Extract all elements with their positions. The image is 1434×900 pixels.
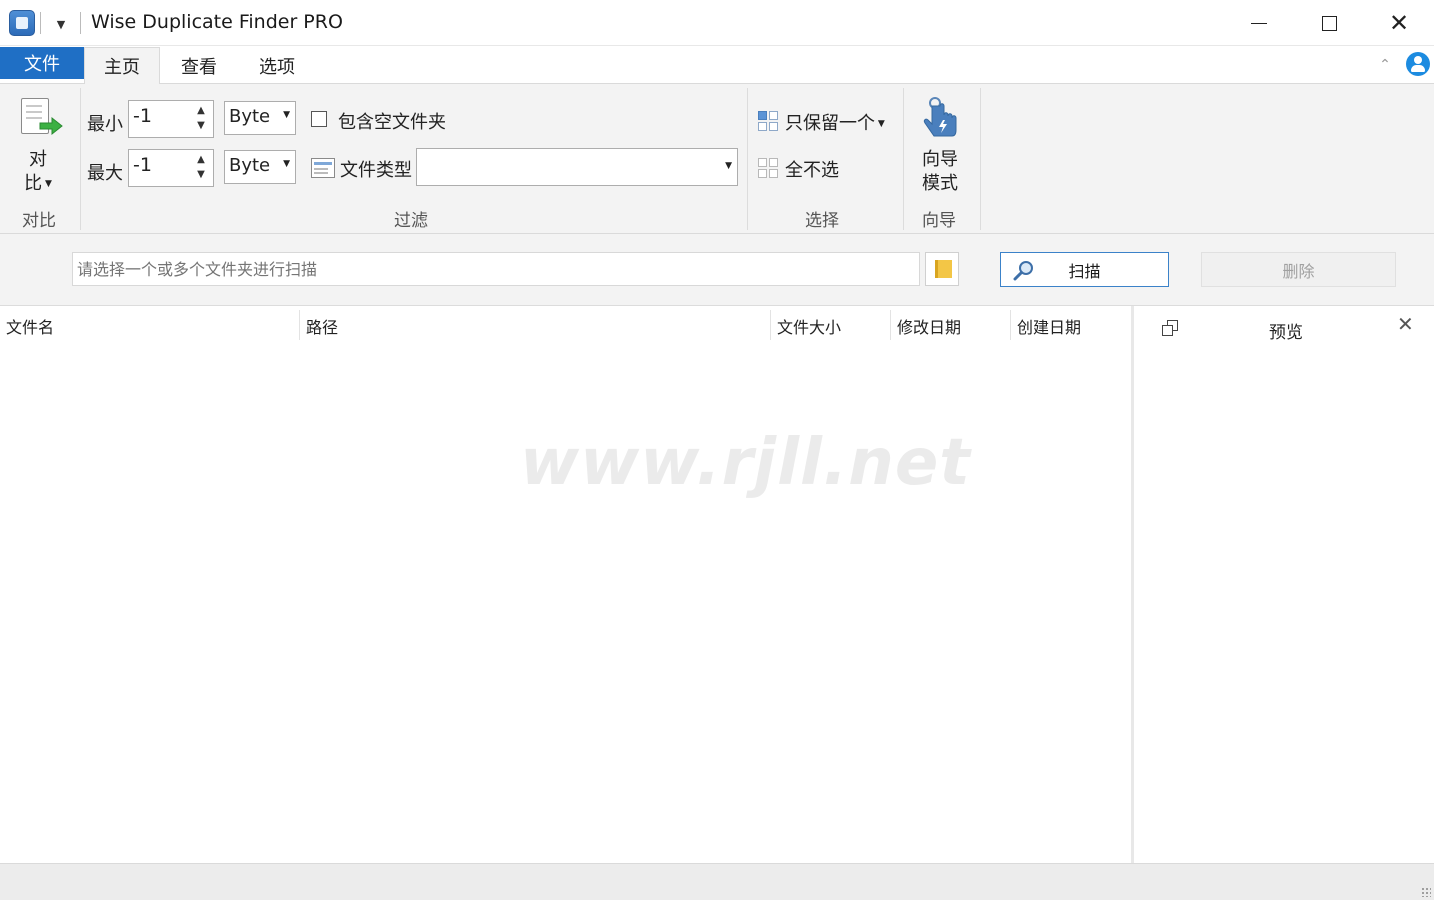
window-title: Wise Duplicate Finder PRO <box>91 11 343 33</box>
keep-one-label: 只保留一个 <box>785 113 875 134</box>
divider <box>40 12 41 34</box>
maximize-button[interactable] <box>1294 0 1364 46</box>
include-empty-folders-label[interactable]: 包含空文件夹 <box>338 108 446 134</box>
status-bar <box>0 863 1434 900</box>
wizard-mode-label: 向导 模式 <box>912 148 968 196</box>
keep-one-button[interactable]: 只保留一个 ▼ <box>785 109 885 135</box>
maximize-icon <box>1321 15 1337 31</box>
tab-file[interactable]: 文件 <box>0 47 84 79</box>
ribbon-tab-bar: 文件 主页 查看 选项 ⌃ <box>0 46 1434 84</box>
preview-title: 预览 <box>1269 323 1303 343</box>
browse-folder-button[interactable] <box>925 252 959 286</box>
undock-icon[interactable] <box>1162 320 1180 338</box>
resize-grip-icon[interactable] <box>1421 887 1431 897</box>
include-empty-folders-checkbox[interactable] <box>311 111 327 127</box>
group-label-wizard: 向导 <box>922 211 956 231</box>
divider <box>747 88 748 230</box>
file-type-select[interactable]: ▼ <box>416 148 738 186</box>
select-none-button[interactable]: 全不选 <box>785 156 839 182</box>
compare-button[interactable]: 对 比 ▼ <box>12 92 68 200</box>
divider <box>80 12 81 34</box>
ribbon: 对 比 ▼ 对比 最小 -1 ▲ ▼ Byte ▼ 最大 -1 ▲ ▼ Byte ▼… <box>0 84 1434 234</box>
column-header-created-date[interactable]: 创建日期 <box>1011 306 1087 340</box>
dropdown-arrow-icon: ▼ <box>283 159 290 169</box>
column-header-modified-date[interactable]: 修改日期 <box>891 306 967 340</box>
results-table[interactable]: 文件名 路径 文件大小 修改日期 创建日期 www.rjll.net <box>0 306 1131 863</box>
hand-pointer-icon <box>923 97 957 137</box>
delete-button[interactable]: 删除 <box>1201 252 1396 287</box>
group-label-compare: 对比 <box>22 211 56 231</box>
column-header-file-name[interactable]: 文件名 <box>0 306 60 340</box>
close-icon: ✕ <box>1388 9 1410 37</box>
spinner-arrows-icon[interactable]: ▲ ▼ <box>193 103 209 135</box>
spinner-arrows-icon[interactable]: ▲ ▼ <box>193 152 209 184</box>
collapse-ribbon-icon[interactable]: ⌃ <box>1374 54 1396 76</box>
minimize-icon <box>1251 22 1267 24</box>
close-preview-icon[interactable]: ✕ <box>1397 312 1414 336</box>
file-type-label: 文件类型 <box>340 160 412 181</box>
max-size-spinner[interactable]: -1 ▲ ▼ <box>128 149 214 187</box>
green-arrow-icon <box>39 116 63 136</box>
max-size-value: -1 <box>133 154 152 176</box>
scan-path-bar: 扫描 删除 <box>0 234 1434 306</box>
divider <box>903 88 904 230</box>
column-header-file-size[interactable]: 文件大小 <box>771 306 847 340</box>
min-size-spinner[interactable]: -1 ▲ ▼ <box>128 100 214 138</box>
dropdown-arrow-icon: ▼ <box>283 110 290 120</box>
compare-label: 对 比 ▼ <box>12 148 64 196</box>
min-size-label: 最小 <box>87 114 123 135</box>
watermark: www.rjll.net <box>520 426 971 500</box>
max-unit-select[interactable]: Byte ▼ <box>224 150 296 184</box>
tab-home[interactable]: 主页 <box>84 47 160 84</box>
wizard-label-line2: 模式 <box>922 173 958 194</box>
scan-folder-input[interactable] <box>72 252 920 286</box>
close-button[interactable]: ✕ <box>1364 0 1434 46</box>
dropdown-arrow-icon: ▼ <box>725 161 732 171</box>
tab-view[interactable]: 查看 <box>165 47 233 84</box>
title-bar: ▼ Wise Duplicate Finder PRO ✕ <box>0 0 1434 46</box>
compare-label-line1: 对 <box>29 149 47 170</box>
max-size-label: 最大 <box>87 163 123 184</box>
app-icon[interactable] <box>9 10 35 36</box>
select-none-icon <box>758 158 778 178</box>
minimize-button[interactable] <box>1224 0 1294 46</box>
min-size-value: -1 <box>133 105 152 127</box>
scan-label: 扫描 <box>1068 261 1101 281</box>
min-unit-value: Byte <box>229 106 271 127</box>
quick-access-dropdown-icon[interactable]: ▼ <box>52 16 70 34</box>
min-unit-select[interactable]: Byte ▼ <box>224 101 296 135</box>
wizard-mode-button[interactable]: 向导 模式 <box>912 94 968 202</box>
divider <box>980 88 981 230</box>
max-unit-value: Byte <box>229 155 271 176</box>
divider <box>80 88 81 230</box>
tab-options[interactable]: 选项 <box>243 47 311 84</box>
scan-button[interactable]: 扫描 <box>1000 252 1169 287</box>
file-type-icon <box>311 158 335 178</box>
keep-one-icon <box>758 111 778 131</box>
chevron-down-icon: ▼ <box>875 119 885 129</box>
group-label-filter: 过滤 <box>394 211 428 231</box>
group-label-select: 选择 <box>805 211 839 231</box>
chevron-down-icon: ▼ <box>42 179 52 189</box>
column-header-path[interactable]: 路径 <box>300 306 344 340</box>
compare-label-line2: 比 <box>24 173 43 194</box>
wizard-label-line1: 向导 <box>922 149 958 170</box>
preview-pane: 预览 ✕ <box>1131 306 1434 863</box>
user-account-icon[interactable] <box>1406 52 1430 76</box>
